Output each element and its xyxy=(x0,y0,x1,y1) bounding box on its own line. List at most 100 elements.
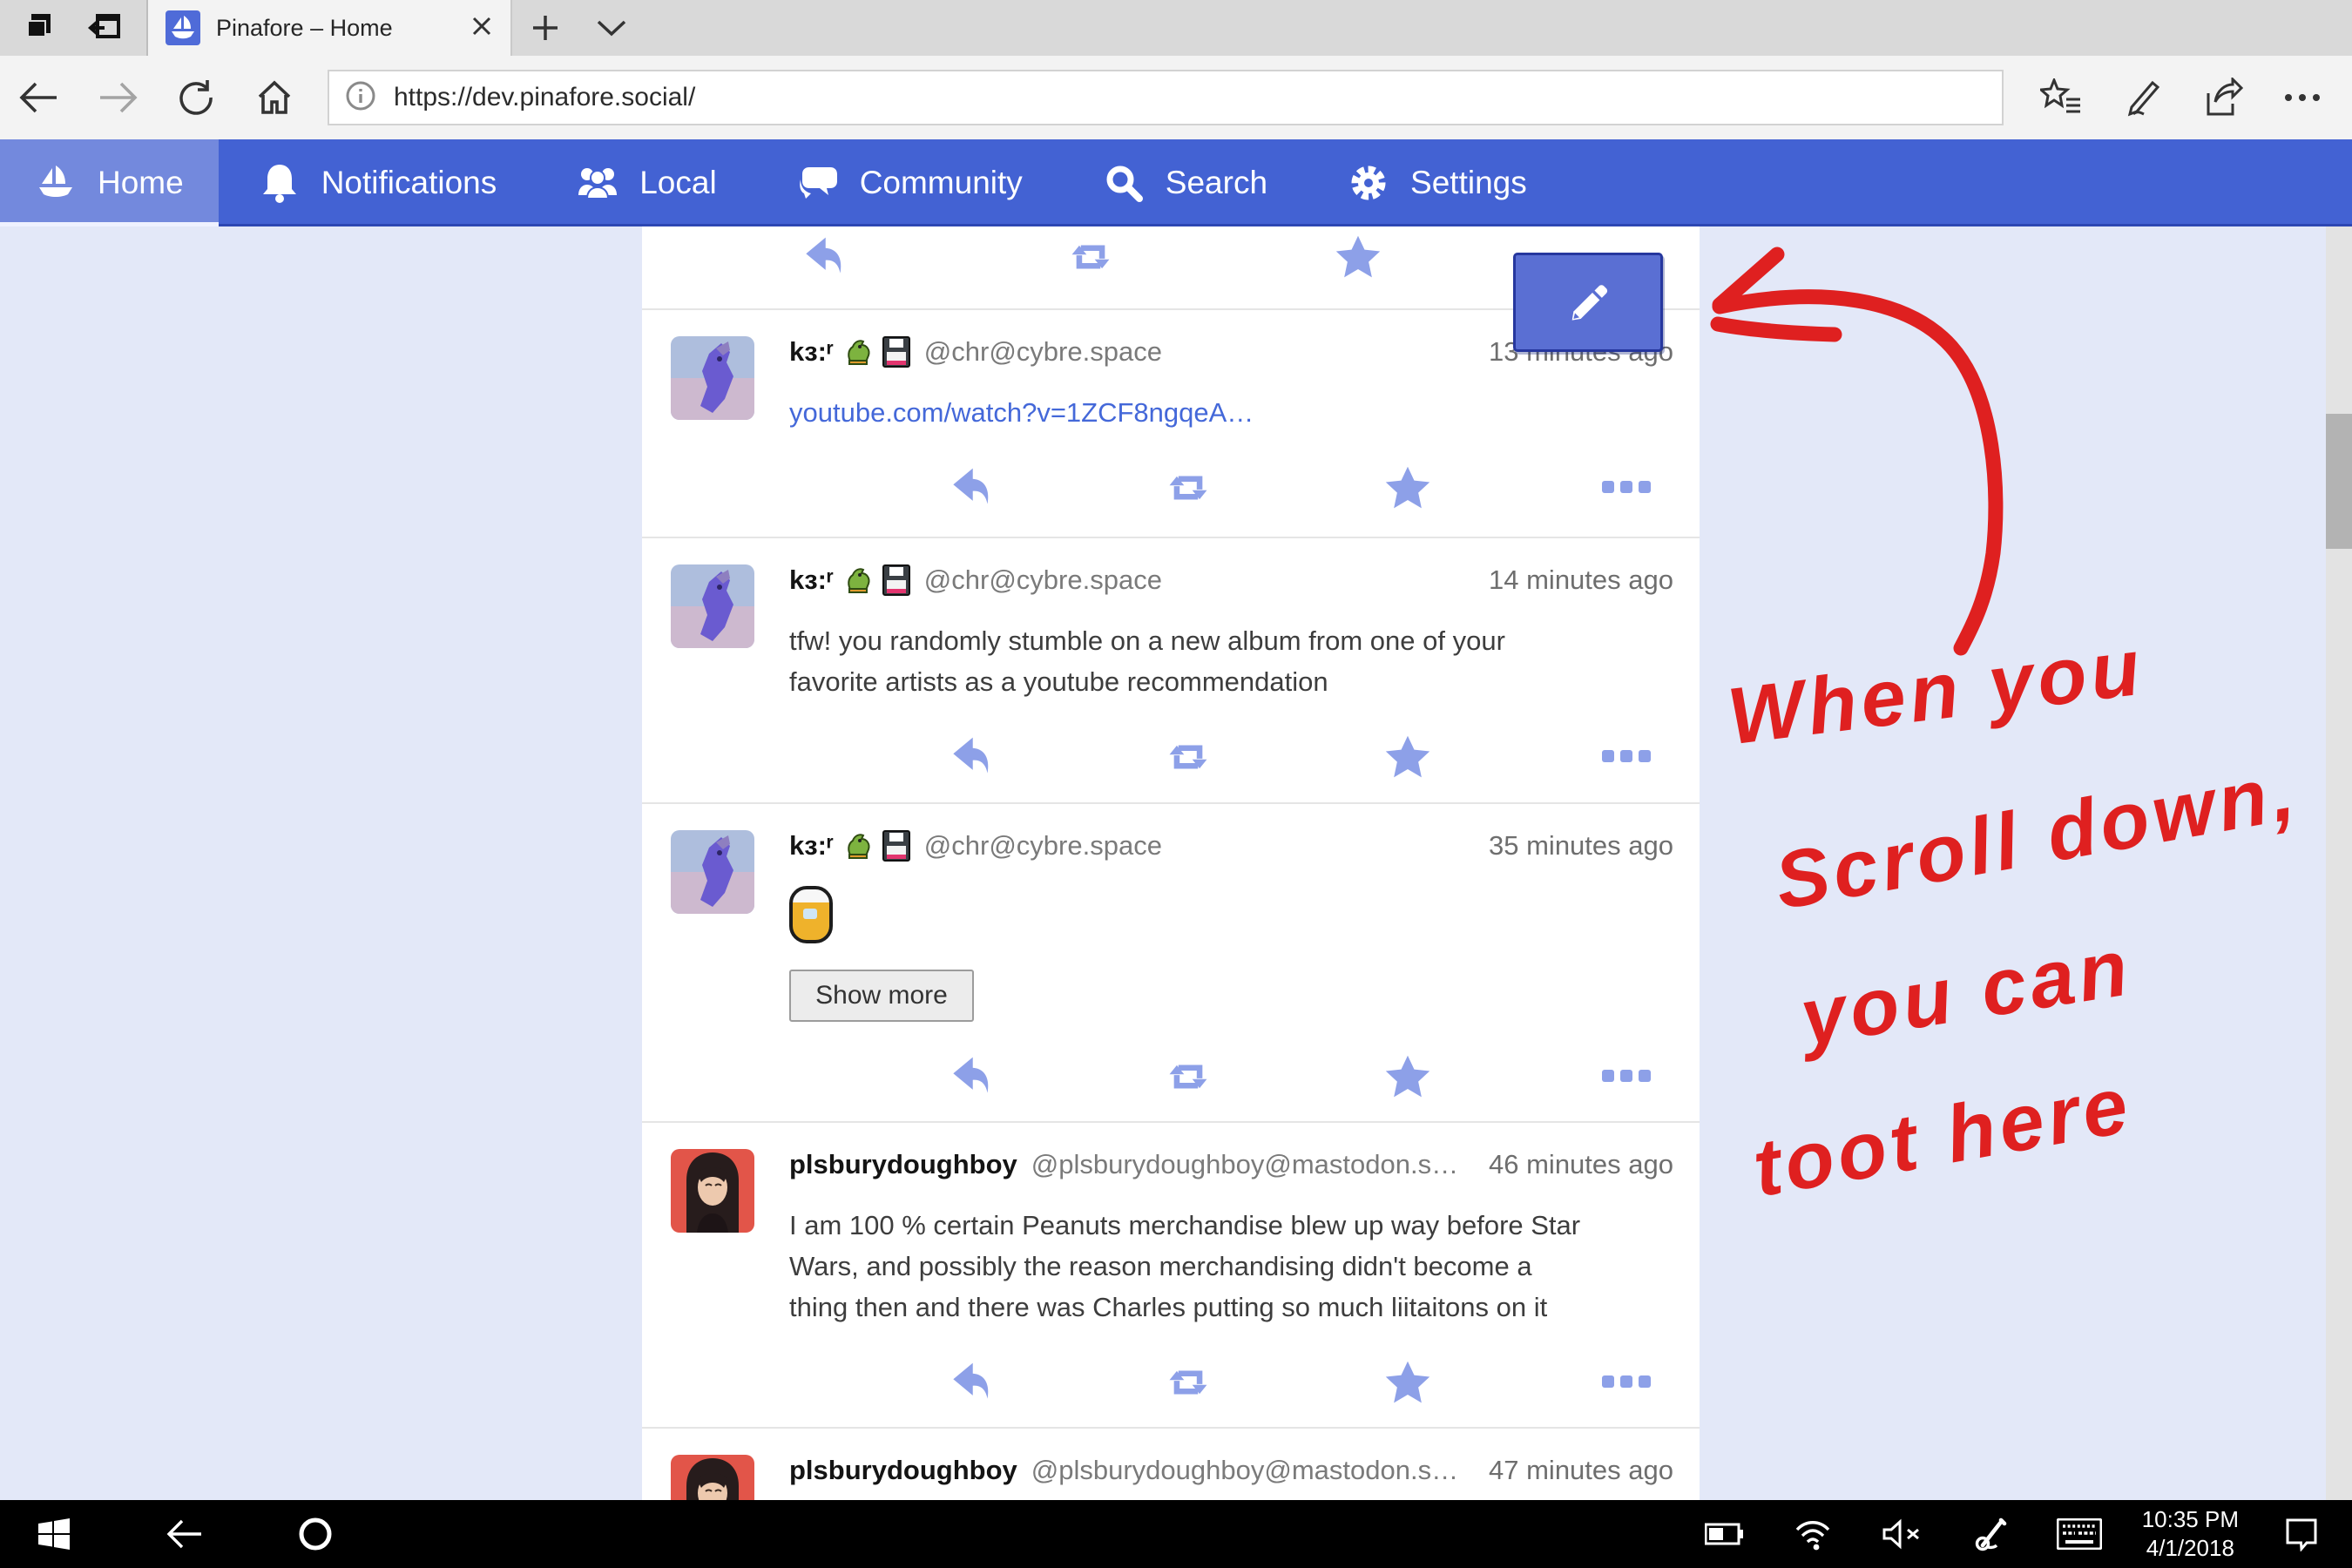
cortana-icon[interactable] xyxy=(289,1508,341,1560)
boost-icon[interactable] xyxy=(1162,1357,1214,1408)
favorite-star-icon[interactable] xyxy=(1332,232,1384,282)
avatar[interactable] xyxy=(671,830,754,914)
nav-tab-search[interactable]: Search xyxy=(1063,139,1308,226)
ink-text-line: toot here xyxy=(1747,1059,2139,1216)
avatar[interactable] xyxy=(671,1149,754,1233)
set-aside-tabs-icon[interactable] xyxy=(23,9,57,48)
display-name[interactable]: kз:ʳ xyxy=(789,336,834,368)
touch-keyboard-icon[interactable] xyxy=(2053,1508,2105,1560)
taskbar-tray: 10:35 PM 4/1/2018 xyxy=(1698,1505,2352,1563)
dragon-emoji xyxy=(842,564,874,596)
floppy-disk-emoji xyxy=(882,830,910,862)
display-name[interactable]: kз:ʳ xyxy=(789,564,834,596)
reply-icon[interactable] xyxy=(943,732,996,782)
toot-timestamp[interactable]: 14 minutes ago xyxy=(1489,564,1673,596)
toot-timestamp[interactable]: 46 minutes ago xyxy=(1489,1149,1673,1180)
action-center-icon[interactable] xyxy=(2275,1508,2328,1560)
browser-toolbar-right xyxy=(2004,56,2352,139)
account-handle[interactable]: @plsburydoughboy@mastodon.s… xyxy=(1031,1149,1458,1180)
toot-action-row xyxy=(789,1051,1700,1102)
taskbar-back-icon[interactable] xyxy=(159,1508,211,1560)
account-handle[interactable]: @chr@cybre.space xyxy=(924,830,1162,862)
favorite-star-icon[interactable] xyxy=(1382,1357,1434,1408)
toot-partial-top xyxy=(642,232,1700,310)
boost-icon[interactable] xyxy=(1162,1051,1214,1102)
toot-text-line: Wars, and possibly the reason merchandis… xyxy=(789,1246,1665,1287)
favorite-star-icon[interactable] xyxy=(1382,1051,1434,1102)
toot: kз:ʳ @chr@cybre.space 14 minutes ago tfw… xyxy=(642,538,1700,804)
toot-text-line: I am 100 % certain Peanuts merchandise b… xyxy=(789,1205,1665,1246)
nav-tab-local[interactable]: Local xyxy=(537,139,756,226)
toot-more-icon[interactable] xyxy=(1600,463,1652,513)
display-name[interactable]: kз:ʳ xyxy=(789,830,834,862)
wifi-icon[interactable] xyxy=(1787,1508,1839,1560)
tab-actions-group xyxy=(0,0,148,56)
account-handle[interactable]: @chr@cybre.space xyxy=(924,564,1162,596)
ink-text-line: Scroll down, xyxy=(1768,747,2305,929)
avatar[interactable] xyxy=(671,564,754,648)
reply-icon[interactable] xyxy=(943,1357,996,1408)
close-tab-icon[interactable] xyxy=(470,15,493,42)
nav-tab-community[interactable]: Community xyxy=(757,139,1063,226)
toot: plsburydoughboy @plsburydoughboy@mastodo… xyxy=(642,1123,1700,1429)
site-info-icon[interactable] xyxy=(345,80,376,116)
tab-preview-chevron-icon[interactable] xyxy=(578,0,645,56)
pen-icon[interactable] xyxy=(1964,1508,2017,1560)
favorite-star-icon[interactable] xyxy=(1382,463,1434,513)
browser-tab-pinafore[interactable]: Pinafore – Home xyxy=(148,0,512,56)
toot-timestamp[interactable]: 35 minutes ago xyxy=(1489,830,1673,862)
url-field[interactable]: https://dev.pinafore.social/ xyxy=(328,70,2004,125)
page-scrollbar[interactable] xyxy=(2326,226,2352,1500)
volume-muted-icon[interactable] xyxy=(1876,1508,1928,1560)
display-name[interactable]: plsburydoughboy xyxy=(789,1455,1017,1486)
nav-tab-label: Home xyxy=(98,165,184,201)
nav-tab-settings[interactable]: Settings xyxy=(1308,139,1567,226)
boost-icon[interactable] xyxy=(1162,463,1214,513)
nav-tab-home[interactable]: Home xyxy=(0,139,219,226)
show-more-button[interactable]: Show more xyxy=(789,970,974,1022)
new-tab-button[interactable] xyxy=(512,0,578,56)
favorite-star-icon[interactable] xyxy=(1382,732,1434,782)
start-button-icon[interactable] xyxy=(28,1508,80,1560)
battery-icon[interactable] xyxy=(1698,1508,1750,1560)
reply-icon[interactable] xyxy=(943,463,996,513)
windows-taskbar: 10:35 PM 4/1/2018 xyxy=(0,1500,2352,1568)
clock-time: 10:35 PM xyxy=(2142,1505,2239,1534)
reply-icon[interactable] xyxy=(796,232,848,282)
hub-favorites-icon[interactable] xyxy=(2030,56,2094,139)
taskbar-clock[interactable]: 10:35 PM 4/1/2018 xyxy=(2142,1505,2239,1563)
share-icon[interactable] xyxy=(2190,56,2254,139)
boost-icon[interactable] xyxy=(1064,232,1117,282)
timeline-feed: kз:ʳ @chr@cybre.space 13 minutes ago you… xyxy=(642,226,1700,1500)
display-name[interactable]: plsburydoughboy xyxy=(789,1149,1017,1180)
avatar[interactable] xyxy=(671,1455,754,1500)
home-icon[interactable] xyxy=(235,56,314,139)
avatar[interactable] xyxy=(671,336,754,420)
scrollbar-thumb[interactable] xyxy=(2326,414,2352,549)
web-note-pen-icon[interactable] xyxy=(2110,56,2174,139)
toot-more-icon[interactable] xyxy=(1600,1357,1652,1408)
toot-header: plsburydoughboy @plsburydoughboy@mastodo… xyxy=(789,1149,1700,1180)
taskbar-left xyxy=(0,1508,341,1560)
back-icon[interactable] xyxy=(0,56,78,139)
forward-icon[interactable] xyxy=(78,56,157,139)
toot-more-icon[interactable] xyxy=(1600,732,1652,782)
toot-timestamp[interactable]: 47 minutes ago xyxy=(1489,1455,1673,1486)
boost-icon[interactable] xyxy=(1162,732,1214,782)
toot-more-icon[interactable] xyxy=(1600,1051,1652,1102)
toot-action-row xyxy=(789,463,1700,513)
more-menu-icon[interactable] xyxy=(2270,56,2335,139)
screen: Pinafore – Home https://de xyxy=(0,0,2352,1568)
bell-icon xyxy=(259,162,301,204)
clock-date: 4/1/2018 xyxy=(2142,1534,2239,1563)
floppy-disk-emoji xyxy=(882,336,910,368)
nav-tab-notifications[interactable]: Notifications xyxy=(219,139,537,226)
restore-set-aside-tabs-icon[interactable] xyxy=(87,9,124,48)
reply-icon[interactable] xyxy=(943,1051,996,1102)
nav-tab-label: Notifications xyxy=(321,165,497,201)
account-handle[interactable]: @chr@cybre.space xyxy=(924,336,1162,368)
compose-toot-button[interactable] xyxy=(1513,253,1663,352)
toot-link[interactable]: youtube.com/watch?v=1ZCF8ngqeA… xyxy=(789,397,1254,428)
account-handle[interactable]: @plsburydoughboy@mastodon.s… xyxy=(1031,1455,1458,1486)
refresh-icon[interactable] xyxy=(157,56,235,139)
